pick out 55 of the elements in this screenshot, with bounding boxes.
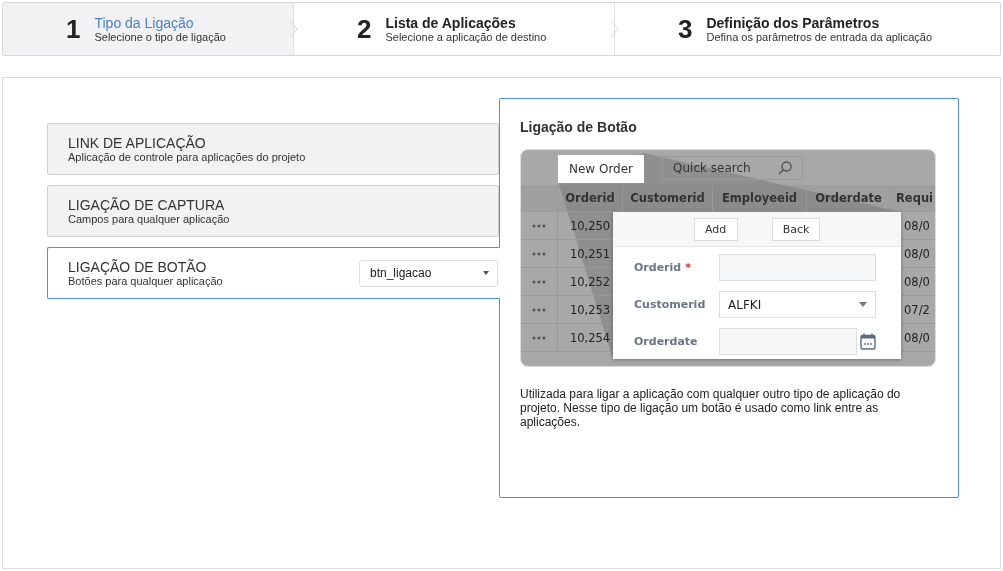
table-cell: 08/0 xyxy=(904,246,930,261)
chevron-icon xyxy=(289,20,298,38)
field-label: Orderid xyxy=(634,261,682,274)
option-subtitle: Botões para qualquer aplicação xyxy=(68,275,224,287)
table-cell: 10,250 xyxy=(569,218,611,233)
row-menu-icon[interactable] xyxy=(532,223,546,228)
wizard-step[interactable]: 1 Tipo da Ligação Selecione o tipo de ligação xyxy=(3,3,294,55)
option-title: LINK DE APLICAÇÃO xyxy=(68,135,207,151)
column-header[interactable]: Requi xyxy=(891,185,935,211)
row-menu-icon[interactable] xyxy=(532,251,546,256)
step-subtitle: Selecione o tipo de ligação xyxy=(94,31,226,43)
link-type-option[interactable]: LIGAÇÃO DE BOTÃO Botões para qualquer aplicação btn_ligacao xyxy=(47,247,500,299)
input-field[interactable] xyxy=(719,254,876,281)
step-title: Tipo da Ligação xyxy=(94,15,195,31)
table-cell: 10,253 xyxy=(569,302,611,317)
calendar-icon[interactable] xyxy=(860,333,876,350)
field-label: Customerid xyxy=(634,298,706,311)
link-type-option[interactable]: LIGAÇÃO DE CAPTURA Campos para qualquer aplicação xyxy=(47,185,499,237)
step-number: 3 xyxy=(678,13,693,45)
link-type-option[interactable]: LINK DE APLICAÇÃO Aplicação de controle para aplicações do projeto xyxy=(47,123,499,175)
required-mark: * xyxy=(685,261,691,274)
step-number: 1 xyxy=(66,13,81,45)
form-button[interactable]: Add xyxy=(693,217,738,241)
option-subtitle: Campos para qualquer aplicação xyxy=(68,213,231,225)
row-menu-icon[interactable] xyxy=(532,307,546,312)
step-subtitle: Selecione a aplicação de destino xyxy=(385,31,547,43)
row-menu-icon[interactable] xyxy=(532,279,546,284)
new-order-button[interactable]: New Order xyxy=(558,155,644,183)
step-title: Lista de Aplicações xyxy=(385,15,517,31)
caret-icon xyxy=(859,302,867,307)
row-menu-icon[interactable] xyxy=(532,335,546,340)
table-cell: 08/0 xyxy=(904,274,930,289)
table-cell: 10,254 xyxy=(569,330,611,345)
description-text: Utilizada para ligar a aplicação com qualquer outro tipo de aplicação do projeto. Nesse tipo de ligação um botão é usado como link entre as aplicações. xyxy=(520,387,902,429)
field-label: Orderdate xyxy=(634,335,698,348)
table-cell: 10,251 xyxy=(569,246,611,261)
option-title: LIGAÇÃO DE CAPTURA xyxy=(68,197,226,213)
preview-title: Ligação de Botão xyxy=(520,119,638,135)
step-number: 2 xyxy=(357,13,372,45)
form-button[interactable]: Back xyxy=(771,217,821,241)
caret-icon xyxy=(483,271,489,275)
select-field[interactable]: ALFKI xyxy=(719,291,876,318)
option-title: LIGAÇÃO DE BOTÃO xyxy=(68,259,208,275)
step-title: Definição dos Parâmetros xyxy=(706,15,881,31)
button-select[interactable]: btn_ligacao xyxy=(359,259,498,287)
date-field[interactable] xyxy=(719,328,857,355)
option-subtitle: Aplicação de controle para aplicações do projeto xyxy=(68,151,307,163)
table-cell: 08/0 xyxy=(904,218,930,233)
table-cell: 08/0 xyxy=(904,330,930,345)
search-icon xyxy=(778,160,792,175)
search-field[interactable]: Quick search xyxy=(662,155,803,180)
step-subtitle: Defina os parâmetros de entrada da aplicação xyxy=(706,31,933,43)
table-cell: 10,252 xyxy=(569,274,611,289)
table-cell: 07/2 xyxy=(904,302,930,317)
chevron-icon xyxy=(610,20,619,38)
